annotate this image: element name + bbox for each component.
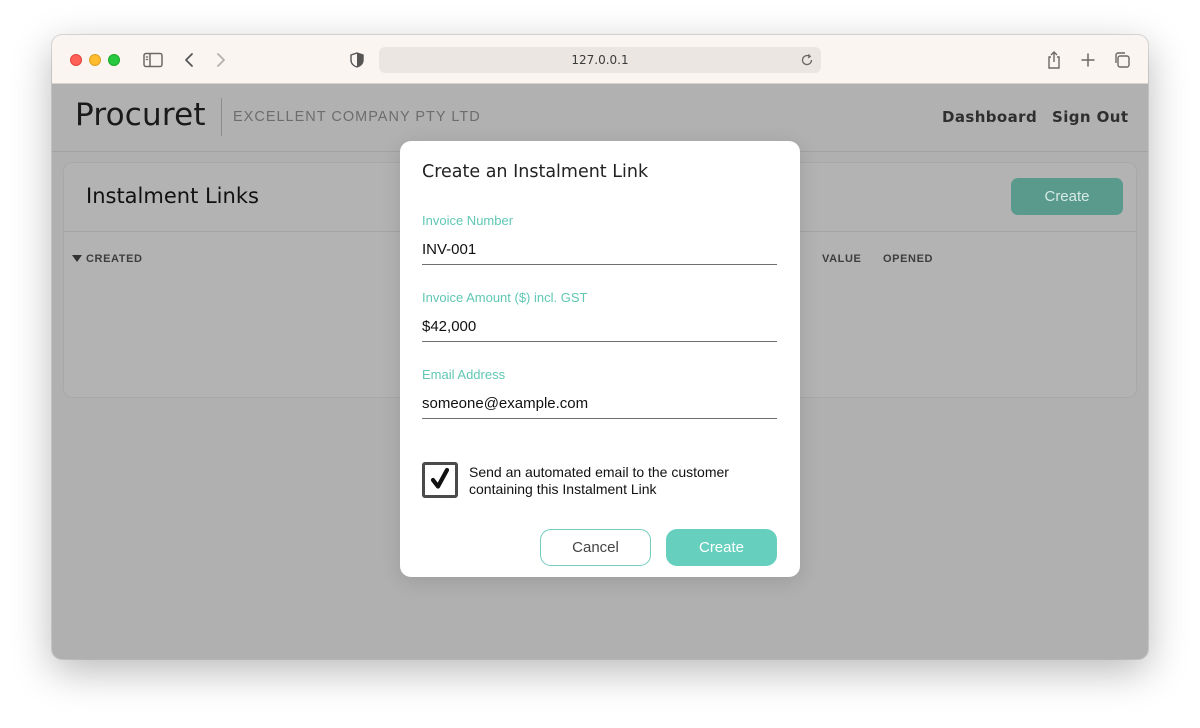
reload-icon[interactable] (799, 52, 815, 68)
send-email-label-line2: containing this Instalment Link (469, 481, 657, 497)
create-link-button[interactable]: Create (1011, 178, 1123, 215)
create-button[interactable]: Create (666, 529, 777, 566)
tab-overview-icon[interactable] (1112, 48, 1132, 72)
minimize-window-button[interactable] (89, 54, 101, 66)
send-email-label[interactable]: Send an automated email to the customer … (469, 464, 769, 498)
column-value[interactable]: VALUE (822, 253, 861, 265)
nav-sign-out[interactable]: Sign Out (1052, 108, 1128, 126)
close-window-button[interactable] (70, 54, 82, 66)
nav-dashboard[interactable]: Dashboard (942, 108, 1037, 126)
cancel-button[interactable]: Cancel (540, 529, 651, 566)
send-email-label-line1: Send an automated email to the customer (469, 464, 729, 480)
sidebar-toggle-icon[interactable] (141, 48, 165, 72)
checkmark-icon (430, 467, 450, 489)
page-content: Procuret EXCELLENT COMPANY PTY LTD Dashb… (52, 84, 1148, 659)
invoice-number-label: Invoice Number (422, 213, 514, 228)
column-opened[interactable]: OPENED (883, 253, 933, 265)
new-tab-icon[interactable] (1078, 48, 1098, 72)
column-created-label: CREATED (86, 253, 143, 265)
browser-toolbar: 127.0.0.1 (52, 35, 1148, 84)
column-created[interactable]: CREATED (72, 253, 143, 265)
header-divider (221, 98, 222, 136)
procuret-logo[interactable]: Procuret (75, 97, 206, 133)
address-bar[interactable]: 127.0.0.1 (379, 47, 821, 73)
invoice-amount-label: Invoice Amount ($) incl. GST (422, 290, 588, 305)
sort-descending-icon (72, 255, 82, 262)
forward-icon[interactable] (212, 48, 230, 72)
invoice-number-input[interactable] (422, 235, 777, 265)
dialog-title: Create an Instalment Link (422, 162, 649, 182)
invoice-amount-input[interactable] (422, 312, 777, 342)
privacy-shield-icon[interactable] (347, 48, 367, 72)
share-icon[interactable] (1044, 48, 1064, 72)
create-instalment-link-dialog: Create an Instalment Link Invoice Number… (400, 141, 800, 577)
url-text: 127.0.0.1 (571, 53, 629, 67)
email-address-input[interactable] (422, 389, 777, 419)
browser-window: 127.0.0.1 Procuret EXCELLENT COMPANY PTY… (52, 35, 1148, 659)
page-title: Instalment Links (86, 184, 259, 208)
company-name: EXCELLENT COMPANY PTY LTD (233, 109, 481, 125)
send-email-checkbox[interactable] (422, 462, 458, 498)
back-icon[interactable] (180, 48, 198, 72)
email-address-label: Email Address (422, 367, 506, 382)
maximize-window-button[interactable] (108, 54, 120, 66)
